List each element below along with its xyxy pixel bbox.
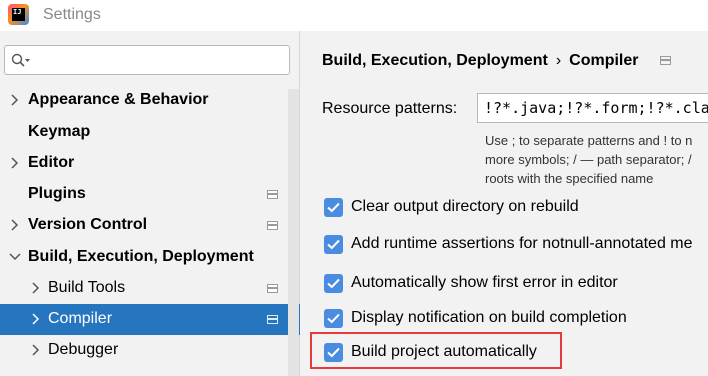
sidebar-item-label: Debugger (48, 341, 119, 358)
checkbox[interactable] (324, 198, 343, 217)
sidebar-item-label: Editor (28, 154, 75, 171)
resource-patterns-hint: Use ; to separate patterns and ! to n (485, 133, 693, 148)
search-input[interactable] (4, 45, 290, 75)
chevron-right-icon[interactable] (31, 344, 41, 356)
sidebar-item-label: Plugins (28, 185, 86, 202)
project-settings-icon (660, 56, 671, 65)
sidebar-item-appearance-behavior[interactable]: Appearance & Behavior (0, 85, 300, 116)
chevron-right-icon[interactable] (10, 94, 20, 106)
checkmark-icon (327, 239, 340, 250)
intellij-logo-icon: IJ (8, 4, 29, 25)
sidebar-item-compiler[interactable]: Compiler (0, 304, 300, 335)
checkbox[interactable] (324, 235, 343, 254)
compiler-settings-panel: Build, Execution, Deployment › Compiler Re… (300, 31, 708, 376)
project-settings-icon (267, 221, 278, 230)
sidebar-item-label: Appearance & Behavior (28, 91, 209, 108)
settings-sidebar: Appearance & Behavior Keymap Editor Plug… (0, 31, 300, 376)
checkbox[interactable] (324, 309, 343, 328)
chevron-right-icon[interactable] (10, 157, 20, 169)
resource-patterns-label: Resource patterns: (322, 100, 458, 117)
chevron-right-icon[interactable] (10, 219, 20, 231)
sidebar-item-label: Keymap (28, 123, 91, 140)
sidebar-item-label: Build Tools (48, 279, 126, 296)
sidebar-item-label: Version Control (28, 216, 148, 233)
breadcrumb-current: Compiler (569, 52, 639, 69)
checkmark-icon (327, 202, 340, 213)
sidebar-item-version-control[interactable]: Version Control (0, 210, 300, 241)
sidebar-item-keymap[interactable]: Keymap (0, 117, 300, 148)
option-label: Clear output directory on rebuild (351, 198, 579, 215)
resource-patterns-hint: more symbols; / — path separator; / (485, 152, 692, 167)
chevron-down-icon[interactable] (9, 252, 21, 262)
sidebar-item-label: Build, Execution, Deployment (28, 248, 254, 265)
breadcrumb-separator: › (555, 52, 562, 69)
sidebar-item-build-tools[interactable]: Build Tools (0, 273, 300, 304)
project-settings-icon (267, 315, 278, 324)
title-bar: IJ Settings (0, 0, 708, 31)
app-icon-text: IJ (12, 8, 25, 21)
search-icon (11, 53, 30, 67)
option-label: Display notification on build completion (351, 309, 627, 326)
checkmark-icon (327, 278, 340, 289)
resource-patterns-input[interactable]: !?*.java;!?*.form;!?*.class (477, 93, 708, 123)
breadcrumb: Build, Execution, Deployment › Compiler (322, 52, 638, 70)
highlight-box (310, 332, 562, 369)
project-settings-icon (267, 190, 278, 199)
sidebar-item-label: Compiler (48, 310, 113, 327)
sidebar-scrollbar[interactable] (288, 89, 299, 376)
checkbox[interactable] (324, 274, 343, 293)
project-settings-icon (267, 284, 278, 293)
option-label: Automatically show first error in editor (351, 274, 618, 291)
breadcrumb-parent[interactable]: Build, Execution, Deployment (322, 52, 548, 69)
sidebar-item-editor[interactable]: Editor (0, 148, 300, 179)
sidebar-item-build-execution-deployment[interactable]: Build, Execution, Deployment (0, 242, 300, 273)
checkmark-icon (327, 313, 340, 324)
option-label: Add runtime assertions for notnull-annot… (351, 235, 693, 252)
sidebar-item-debugger[interactable]: Debugger (0, 335, 300, 366)
resource-patterns-hint: roots with the specified name (485, 171, 654, 186)
chevron-right-icon[interactable] (31, 313, 41, 325)
sidebar-item-plugins[interactable]: Plugins (0, 179, 300, 210)
window-title: Settings (43, 6, 101, 23)
chevron-right-icon[interactable] (31, 282, 41, 294)
